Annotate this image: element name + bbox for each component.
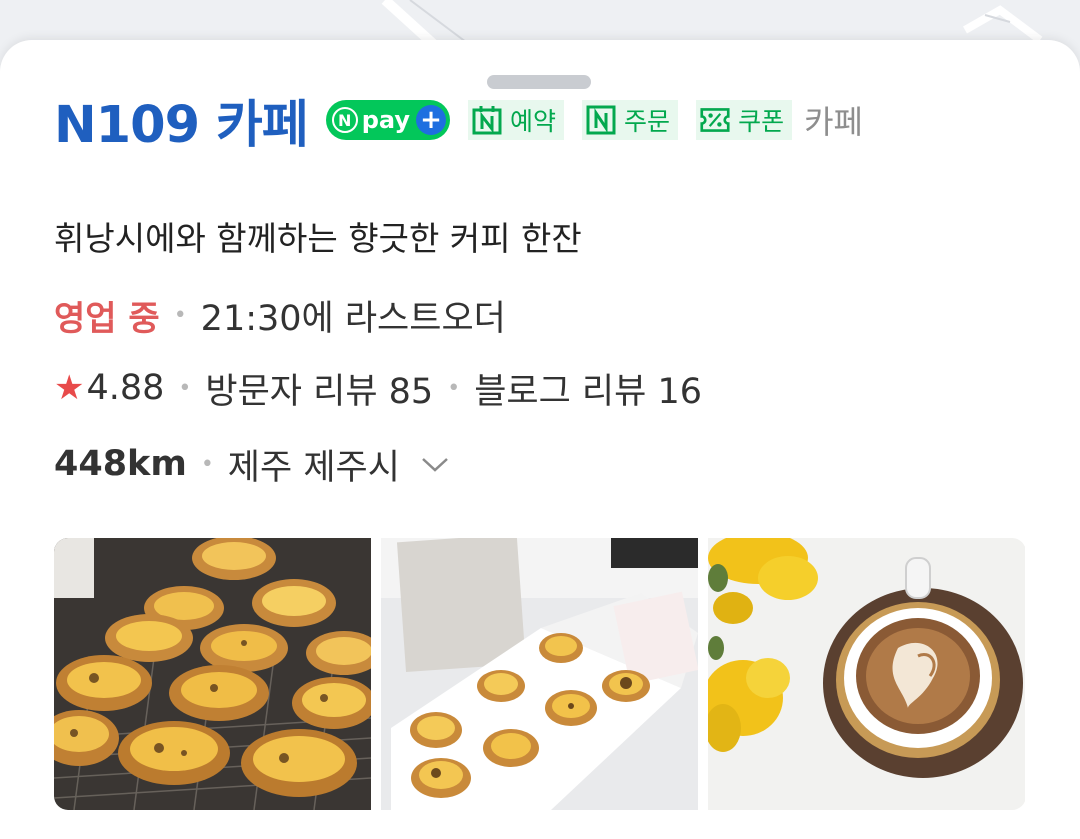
category-label: 카페 — [804, 103, 863, 141]
last-order-text: 21:30에 라스트오더 — [200, 298, 506, 339]
coupon-percent-icon — [700, 105, 730, 135]
egg-tart-box-photo[interactable] — [381, 538, 698, 810]
rating-value: 4.88 — [86, 368, 165, 408]
separator-dot: • — [178, 375, 192, 401]
open-status: 영업 중 — [54, 298, 160, 339]
calendar-n-icon — [472, 105, 502, 135]
review-row: ★ 4.88 • 방문자 리뷰 85 • 블로그 리뷰 16 — [54, 358, 702, 418]
star-icon: ★ — [54, 368, 85, 408]
egg-tart-tray-photo[interactable] — [54, 538, 371, 810]
title-row: N109 카페 N pay + 예약 주문 쿠폰 카페 — [54, 85, 863, 155]
photo-strip — [54, 538, 1026, 810]
address-text: 제주 제주시 — [227, 447, 400, 488]
n-square-icon — [586, 105, 616, 135]
reservation-label: 예약 — [510, 107, 557, 136]
location-row[interactable]: 448km • 제주 제주시 — [54, 434, 450, 494]
separator-dot: • — [173, 302, 187, 328]
separator-dot: • — [447, 375, 461, 401]
plus-icon: + — [416, 105, 447, 135]
separator-dot: • — [200, 451, 214, 477]
naver-n-icon: N — [331, 107, 358, 133]
place-description: 휘낭시에와 함께하는 향긋한 커피 한잔 — [54, 219, 582, 258]
coupon-badge: 쿠폰 — [696, 100, 793, 140]
place-name[interactable]: N109 카페 — [54, 83, 309, 157]
order-badge: 주문 — [582, 100, 679, 140]
order-label: 주문 — [624, 107, 671, 136]
business-status-row[interactable]: 영업 중 • 21:30에 라스트오더 — [54, 285, 506, 345]
visitor-reviews-link[interactable]: 방문자 리뷰 85 — [205, 363, 433, 414]
chevron-down-icon[interactable] — [420, 454, 450, 474]
reservation-badge: 예약 — [468, 100, 565, 140]
coupon-label: 쿠폰 — [738, 107, 785, 136]
distance-value: 448km — [54, 444, 187, 484]
npay-badge: N pay + — [325, 100, 451, 140]
blog-reviews-link[interactable]: 블로그 리뷰 16 — [474, 363, 702, 414]
latte-photo[interactable] — [708, 538, 1025, 810]
npay-label: pay — [361, 106, 411, 134]
